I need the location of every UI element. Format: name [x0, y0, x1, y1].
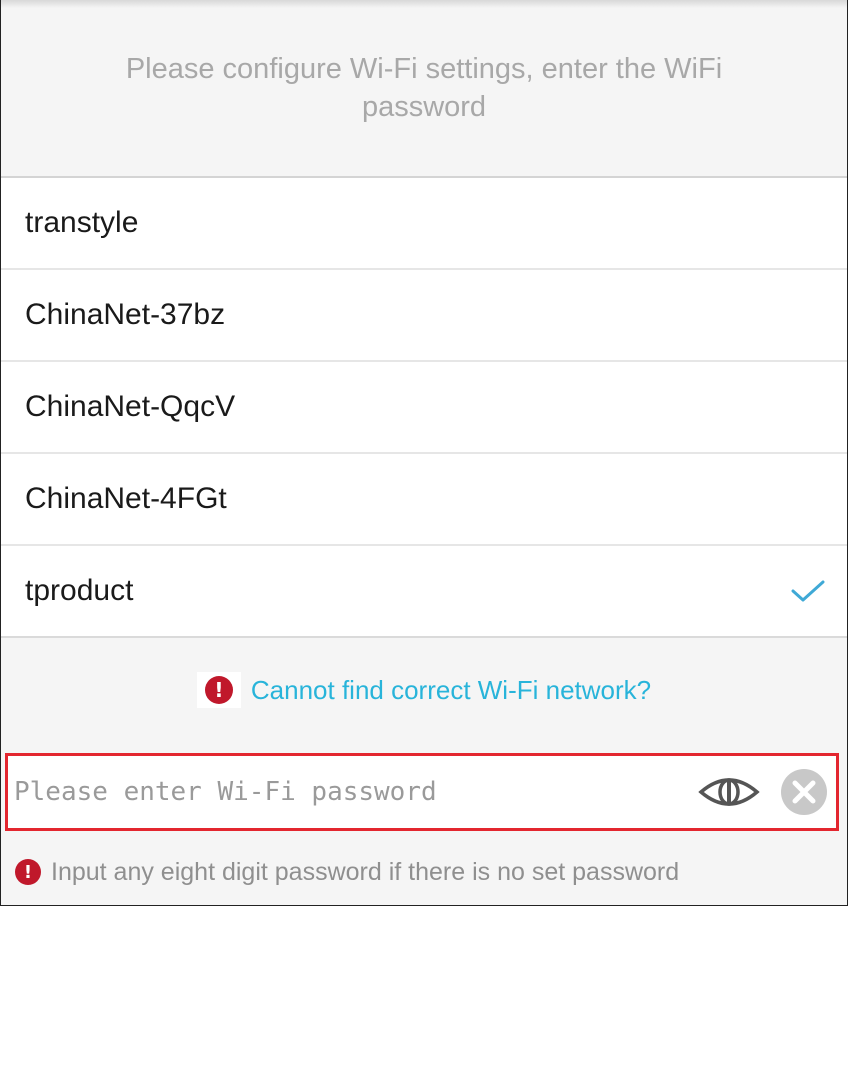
wifi-name: ChinaNet-4FGt	[25, 482, 227, 515]
wifi-name: tproduct	[25, 574, 134, 607]
header: Please configure Wi-Fi settings, enter t…	[1, 0, 847, 178]
wifi-config-screen: Please configure Wi-Fi settings, enter t…	[0, 0, 848, 906]
hint-text: Input any eight digit password if there …	[51, 857, 680, 886]
clear-icon[interactable]	[780, 768, 828, 816]
help-row: ! Cannot find correct Wi-Fi network?	[1, 644, 847, 736]
instruction-text: Please configure Wi-Fi settings, enter t…	[125, 53, 723, 123]
wifi-name: transtyle	[25, 206, 139, 239]
wifi-item[interactable]: ChinaNet-4FGt	[1, 454, 847, 546]
password-hint: ! Input any eight digit password if ther…	[15, 852, 679, 892]
wifi-network-list: transtyle ChinaNet-37bz ChinaNet-QqcV Ch…	[1, 178, 847, 638]
alert-icon: !	[15, 859, 41, 885]
wifi-name: ChinaNet-QqcV	[25, 390, 236, 423]
wifi-item-selected[interactable]: tproduct	[1, 546, 847, 636]
wifi-item[interactable]: ChinaNet-QqcV	[1, 362, 847, 454]
alert-icon-wrapper: !	[196, 672, 241, 708]
password-input[interactable]	[8, 762, 698, 822]
eye-icon[interactable]	[698, 772, 760, 812]
checkmark-icon	[791, 580, 825, 602]
wifi-item[interactable]: transtyle	[1, 178, 847, 270]
password-field-container	[5, 753, 839, 831]
help-link-text: Cannot find correct Wi-Fi network?	[250, 674, 652, 705]
wifi-item[interactable]: ChinaNet-37bz	[1, 270, 847, 362]
cannot-find-network-link[interactable]: ! Cannot find correct Wi-Fi network?	[196, 672, 652, 708]
alert-icon: !	[204, 676, 233, 704]
wifi-name: ChinaNet-37bz	[25, 298, 226, 331]
